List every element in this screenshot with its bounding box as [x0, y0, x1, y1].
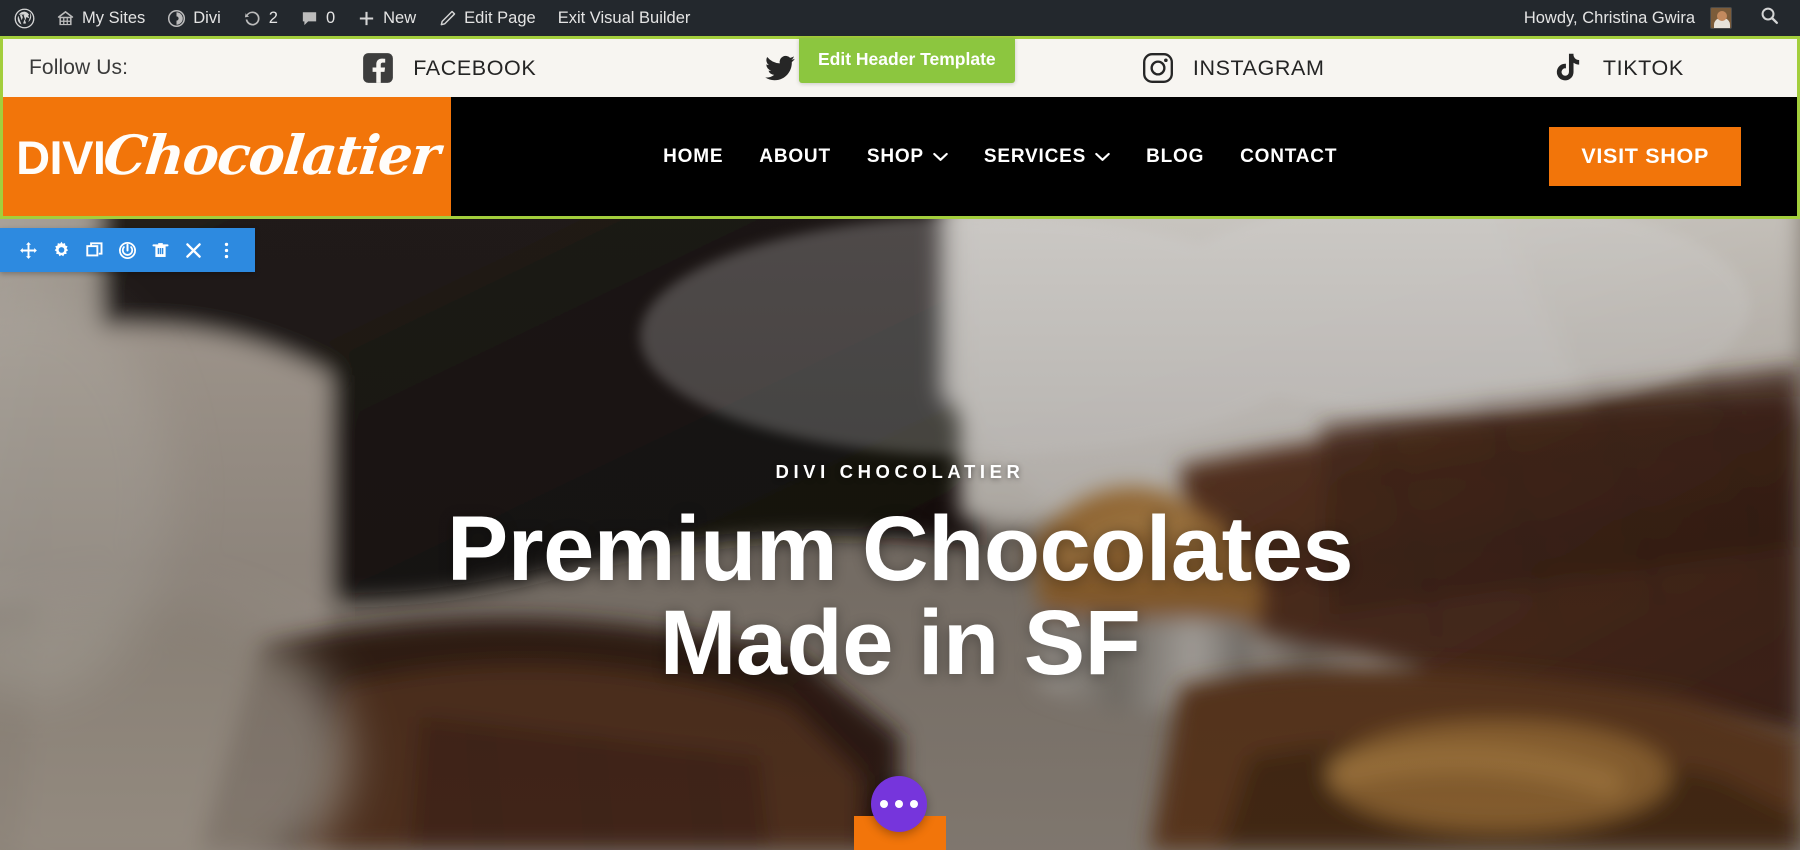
hero-section: DIVI CHOCOLATIER Premium Chocolates Made… — [0, 216, 1800, 850]
divi-module-toolbar — [0, 228, 255, 272]
header-cta-wrap: VISIT SHOP — [1549, 97, 1797, 216]
social-link-label: INSTAGRAM — [1192, 55, 1325, 80]
hero-content: DIVI CHOCOLATIER Premium Chocolates Made… — [0, 216, 1800, 850]
nav-item-label: CONTACT — [1240, 145, 1338, 167]
admin-bar-label: 0 — [325, 8, 336, 27]
chevron-down-icon — [1095, 152, 1110, 162]
gear-icon[interactable] — [45, 228, 78, 272]
logo-script-text: Chocolatier — [100, 122, 442, 187]
social-link-instagram[interactable]: INSTAGRAM — [1141, 51, 1325, 85]
admin-bar-item-comments[interactable]: 0 — [289, 0, 346, 36]
admin-bar-item-edit-page[interactable]: Edit Page — [427, 0, 547, 36]
nav-item-about[interactable]: ABOUT — [741, 146, 849, 168]
admin-bar-label: New — [383, 8, 417, 27]
avatar — [1710, 7, 1732, 29]
admin-bar-account-menu[interactable]: Howdy, Christina Gwira — [1513, 0, 1743, 36]
admin-bar-label: Exit Visual Builder — [557, 8, 691, 27]
comments-icon — [300, 9, 319, 28]
admin-bar-label: My Sites — [82, 8, 146, 27]
hero-title-line-1: Premium Chocolates — [446, 498, 1354, 600]
wp-admin-bar: My Sites Divi 2 0 New Edit Page Exit Vis… — [0, 0, 1800, 36]
hero-title: Premium Chocolates Made in SF — [446, 498, 1354, 694]
twitter-icon — [763, 51, 797, 85]
admin-bar-item-exit-visual-builder[interactable]: Exit Visual Builder — [547, 0, 702, 36]
admin-bar-item-updates[interactable]: 2 — [232, 0, 289, 36]
edit-header-template-button[interactable]: Edit Header Template — [799, 38, 1015, 83]
chevron-down-icon — [933, 152, 948, 162]
nav-item-label: SHOP — [866, 145, 924, 167]
divi-settings-fab[interactable] — [871, 776, 927, 832]
duplicate-icon[interactable] — [78, 228, 111, 272]
close-icon[interactable] — [177, 228, 210, 272]
admin-bar-label: Divi — [193, 8, 221, 27]
three-dots-icon-dot-3 — [910, 800, 918, 808]
logo-text: DIVI Chocolatier — [16, 122, 442, 187]
more-vertical-icon[interactable] — [210, 228, 243, 272]
visit-shop-button[interactable]: VISIT SHOP — [1549, 127, 1741, 186]
updates-icon — [243, 9, 262, 28]
nav-item-label: BLOG — [1146, 145, 1205, 167]
facebook-icon — [361, 51, 395, 85]
trash-icon[interactable] — [144, 228, 177, 272]
nav-item-services[interactable]: SERVICES — [966, 146, 1128, 168]
primary-navigation: HOME ABOUT SHOP SERVICES BLOG CONTACT — [451, 97, 1549, 216]
logo-primary-text: DIVI — [16, 130, 106, 184]
nav-item-shop[interactable]: SHOP — [849, 146, 966, 168]
three-dots-icon-dot-2 — [895, 800, 903, 808]
divi-icon — [167, 9, 186, 28]
move-icon[interactable] — [12, 228, 45, 272]
plus-icon — [357, 9, 376, 28]
hero-eyebrow: DIVI CHOCOLATIER — [775, 461, 1025, 482]
pencil-icon — [438, 9, 457, 28]
admin-bar-item-my-sites[interactable]: My Sites — [45, 0, 156, 36]
social-link-label: TIKTOK — [1602, 55, 1684, 80]
site-header: DIVI Chocolatier HOME ABOUT SHOP SERVICE… — [3, 97, 1797, 216]
visual-builder-page: My Sites Divi 2 0 New Edit Page Exit Vis… — [0, 0, 1800, 850]
sites-icon — [56, 9, 75, 28]
wordpress-logo-icon — [14, 8, 35, 29]
hero-title-line-2: Made in SF — [659, 591, 1141, 694]
power-icon[interactable] — [111, 228, 144, 272]
wordpress-logo-button[interactable] — [6, 0, 45, 36]
admin-bar-label: Edit Page — [464, 8, 536, 27]
site-logo[interactable]: DIVI Chocolatier — [3, 97, 451, 216]
nav-item-blog[interactable]: BLOG — [1128, 146, 1222, 168]
admin-bar-item-new[interactable]: New — [346, 0, 427, 36]
three-dots-icon — [880, 800, 888, 808]
nav-item-label: HOME — [663, 145, 724, 167]
instagram-icon — [1141, 51, 1175, 85]
social-link-facebook[interactable]: FACEBOOK — [361, 51, 536, 85]
admin-bar-label: 2 — [268, 8, 278, 27]
nav-item-contact[interactable]: CONTACT — [1222, 146, 1355, 168]
admin-bar-search-button[interactable] — [1743, 5, 1786, 31]
nav-item-home[interactable]: HOME — [645, 146, 741, 168]
nav-item-label: SERVICES — [983, 145, 1087, 167]
nav-item-label: ABOUT — [759, 145, 831, 167]
admin-bar-right-group: Howdy, Christina Gwira — [1513, 0, 1800, 36]
admin-bar-item-divi[interactable]: Divi — [156, 0, 232, 36]
tiktok-icon — [1551, 51, 1585, 85]
admin-bar-left-group: My Sites Divi 2 0 New Edit Page Exit Vis… — [0, 0, 701, 36]
follow-us-label: Follow Us: — [29, 56, 129, 79]
social-link-label: FACEBOOK — [413, 55, 537, 80]
search-icon — [1759, 5, 1780, 26]
admin-bar-greeting: Howdy, Christina Gwira — [1523, 8, 1695, 27]
social-link-tiktok[interactable]: TIKTOK — [1551, 51, 1684, 85]
